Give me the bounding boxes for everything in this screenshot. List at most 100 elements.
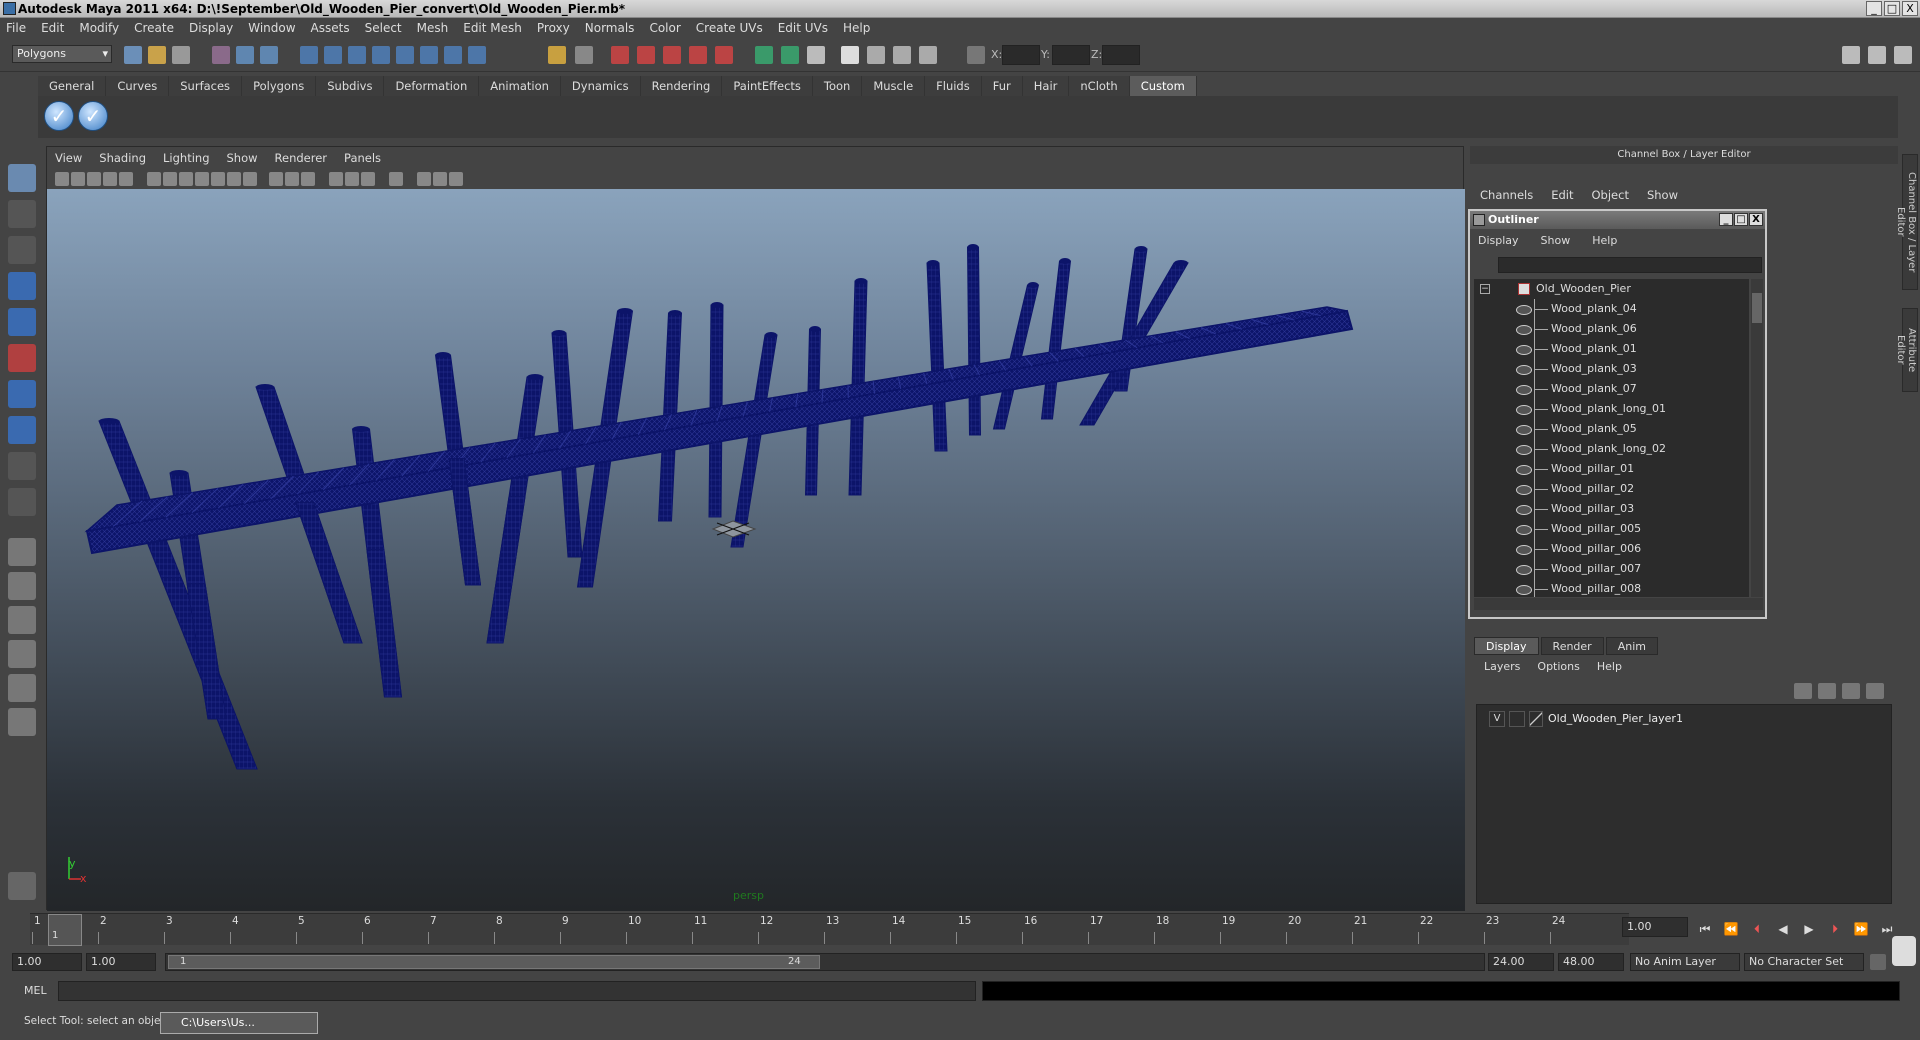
tool-settings-panel-icon[interactable] bbox=[1868, 46, 1886, 64]
new-empty-layer-icon[interactable] bbox=[1842, 683, 1860, 699]
close-button[interactable]: X bbox=[1902, 1, 1918, 16]
shelf-tab-muscle[interactable]: Muscle bbox=[862, 76, 926, 96]
channel-box-menu-channels[interactable]: Channels bbox=[1480, 188, 1533, 202]
outliner-item[interactable]: Wood_pillar_005 bbox=[1474, 519, 1749, 539]
layer-color-swatch[interactable] bbox=[1529, 711, 1543, 727]
snap-surface-icon[interactable] bbox=[396, 46, 414, 64]
snap-grid-icon[interactable] bbox=[300, 46, 318, 64]
channel-box-panel-icon[interactable] bbox=[1894, 46, 1912, 64]
minimized-window-tab[interactable]: C:\Users\Us... bbox=[160, 1012, 318, 1034]
image-plane-icon[interactable] bbox=[103, 172, 117, 186]
menu-item-proxy[interactable]: Proxy bbox=[537, 21, 570, 35]
script-editor-icon[interactable] bbox=[8, 872, 36, 900]
time-slider[interactable]: 1 1 2 3 4 5 6 7 8 9 10 11 12 13 14 15 16 17 18 19 20 21 22 23 2… bbox=[14, 913, 1629, 946]
default-light-icon[interactable] bbox=[329, 172, 343, 186]
layer-menu-options[interactable]: Options bbox=[1537, 660, 1579, 673]
layer-display-type-toggle[interactable] bbox=[1509, 711, 1525, 727]
range-slider[interactable]: 1 24 bbox=[165, 953, 1485, 971]
persp-outliner-layout-icon[interactable] bbox=[8, 606, 36, 634]
outliner-item[interactable]: Wood_pillar_02 bbox=[1474, 479, 1749, 499]
snap-plane-icon[interactable] bbox=[372, 46, 390, 64]
outliner-item[interactable]: Wood_plank_06 bbox=[1474, 319, 1749, 339]
xray-joints-icon[interactable] bbox=[433, 172, 447, 186]
custom-shelf-check-icon[interactable]: ✓ bbox=[44, 101, 74, 131]
time-slider-track[interactable]: 1 1 2 3 4 5 6 7 8 9 10 11 12 13 14 15 16 17 18 19 20 21 22 23 2… bbox=[30, 913, 1629, 946]
snap-curve-icon[interactable] bbox=[324, 46, 342, 64]
menu-item-color[interactable]: Color bbox=[649, 21, 680, 35]
go-to-start-icon[interactable]: ⏮ bbox=[1696, 920, 1714, 938]
select-hierarchy-icon[interactable] bbox=[212, 46, 230, 64]
shelf-tab-rendering[interactable]: Rendering bbox=[640, 76, 723, 96]
minimize-button[interactable]: _ bbox=[1866, 1, 1882, 16]
shelf-tab-ncloth[interactable]: nCloth bbox=[1069, 76, 1130, 96]
isolate-select-icon[interactable] bbox=[389, 172, 403, 186]
show-manipulator-icon[interactable] bbox=[8, 452, 36, 480]
new-scene-icon[interactable] bbox=[124, 46, 142, 64]
shelf-tab-polygons[interactable]: Polygons bbox=[242, 76, 317, 96]
collapse-icon[interactable]: − bbox=[1480, 284, 1490, 294]
channel-box-side-tab[interactable]: Channel Box / Layer Editor bbox=[1895, 154, 1918, 290]
ipr-render-icon[interactable] bbox=[637, 46, 655, 64]
field-chart-icon[interactable] bbox=[211, 172, 225, 186]
channel-box-menu-object[interactable]: Object bbox=[1592, 188, 1629, 202]
viewport-menu-lighting[interactable]: Lighting bbox=[163, 151, 209, 165]
persp-graph-layout-icon[interactable] bbox=[8, 640, 36, 668]
four-view-layout-icon[interactable] bbox=[8, 572, 36, 600]
maximize-button[interactable]: □ bbox=[1884, 1, 1900, 16]
auto-key-icon[interactable] bbox=[1870, 954, 1886, 970]
hypershade-layout-icon[interactable] bbox=[8, 674, 36, 702]
mode-selector[interactable]: Polygons ▾ bbox=[12, 45, 112, 63]
shelf-tab-surfaces[interactable]: Surfaces bbox=[169, 76, 243, 96]
2d-pan-icon[interactable] bbox=[119, 172, 133, 186]
shelf-tab-general[interactable]: General bbox=[38, 76, 107, 96]
z-field[interactable] bbox=[1102, 45, 1140, 65]
play-backwards-icon[interactable]: ◀ bbox=[1774, 920, 1792, 938]
texture-icon[interactable] bbox=[301, 172, 315, 186]
custom-shelf-check-icon[interactable]: ✓ bbox=[78, 101, 108, 131]
camera-select-icon[interactable] bbox=[55, 172, 69, 186]
bookmark-icon[interactable] bbox=[87, 172, 101, 186]
step-forward-key-icon[interactable]: ⏩ bbox=[1852, 920, 1870, 938]
layer-visibility-toggle[interactable]: V bbox=[1489, 711, 1505, 727]
playback-end-time-field[interactable]: 24.00 bbox=[1488, 953, 1554, 971]
viewport-menu-panels[interactable]: Panels bbox=[344, 151, 381, 165]
outliner-item[interactable]: Wood_plank_03 bbox=[1474, 359, 1749, 379]
outliner-item[interactable]: Wood_pillar_03 bbox=[1474, 499, 1749, 519]
film-gate-icon[interactable] bbox=[163, 172, 177, 186]
attribute-editor-panel-icon[interactable] bbox=[1842, 46, 1860, 64]
team-viewer-icon[interactable] bbox=[1892, 936, 1916, 966]
all-lights-icon[interactable] bbox=[345, 172, 359, 186]
layer-editor-toggle-icon[interactable] bbox=[919, 46, 937, 64]
menu-item-edit[interactable]: Edit bbox=[41, 21, 64, 35]
attribute-editor-toggle-icon[interactable] bbox=[841, 46, 859, 64]
viewport-menu-show[interactable]: Show bbox=[227, 151, 258, 165]
render-view-icon[interactable] bbox=[715, 46, 733, 64]
playback-start-time-field[interactable]: 1.00 bbox=[86, 953, 156, 971]
render-current-icon[interactable] bbox=[611, 46, 629, 64]
shelf-tab-custom[interactable]: Custom bbox=[1129, 76, 1197, 96]
menu-item-assets[interactable]: Assets bbox=[311, 21, 350, 35]
outliner-minimize-button[interactable]: _ bbox=[1719, 213, 1733, 226]
anim-layer-dropdown[interactable]: No Anim Layer bbox=[1630, 953, 1740, 971]
move-tool-icon[interactable] bbox=[8, 272, 36, 300]
channel-box-toggle-icon[interactable] bbox=[893, 46, 911, 64]
outliner-maximize-button[interactable]: □ bbox=[1734, 213, 1748, 226]
menu-item-window[interactable]: Window bbox=[248, 21, 295, 35]
shadows-icon[interactable] bbox=[361, 172, 375, 186]
outliner-search-input[interactable] bbox=[1498, 257, 1762, 273]
grid-icon[interactable] bbox=[147, 172, 161, 186]
mel-label[interactable]: MEL bbox=[24, 984, 47, 997]
rotate-tool-icon[interactable] bbox=[8, 308, 36, 336]
paint-select-tool-icon[interactable] bbox=[8, 236, 36, 264]
step-forward-frame-icon[interactable]: ⏵ bbox=[1826, 920, 1844, 938]
shelf-tab-deformation[interactable]: Deformation bbox=[384, 76, 480, 96]
outliner-item[interactable]: Wood_pillar_006 bbox=[1474, 539, 1749, 559]
select-object-icon[interactable] bbox=[236, 46, 254, 64]
snap-view-icon[interactable] bbox=[420, 46, 438, 64]
component-xray-icon[interactable] bbox=[449, 172, 463, 186]
single-perspective-layout-icon[interactable] bbox=[8, 538, 36, 566]
shelf-tab-toon[interactable]: Toon bbox=[812, 76, 863, 96]
new-layer-from-selected-icon[interactable] bbox=[1866, 683, 1884, 699]
current-time-indicator[interactable]: 1 bbox=[48, 914, 82, 946]
channel-box-menu-edit[interactable]: Edit bbox=[1551, 188, 1573, 202]
